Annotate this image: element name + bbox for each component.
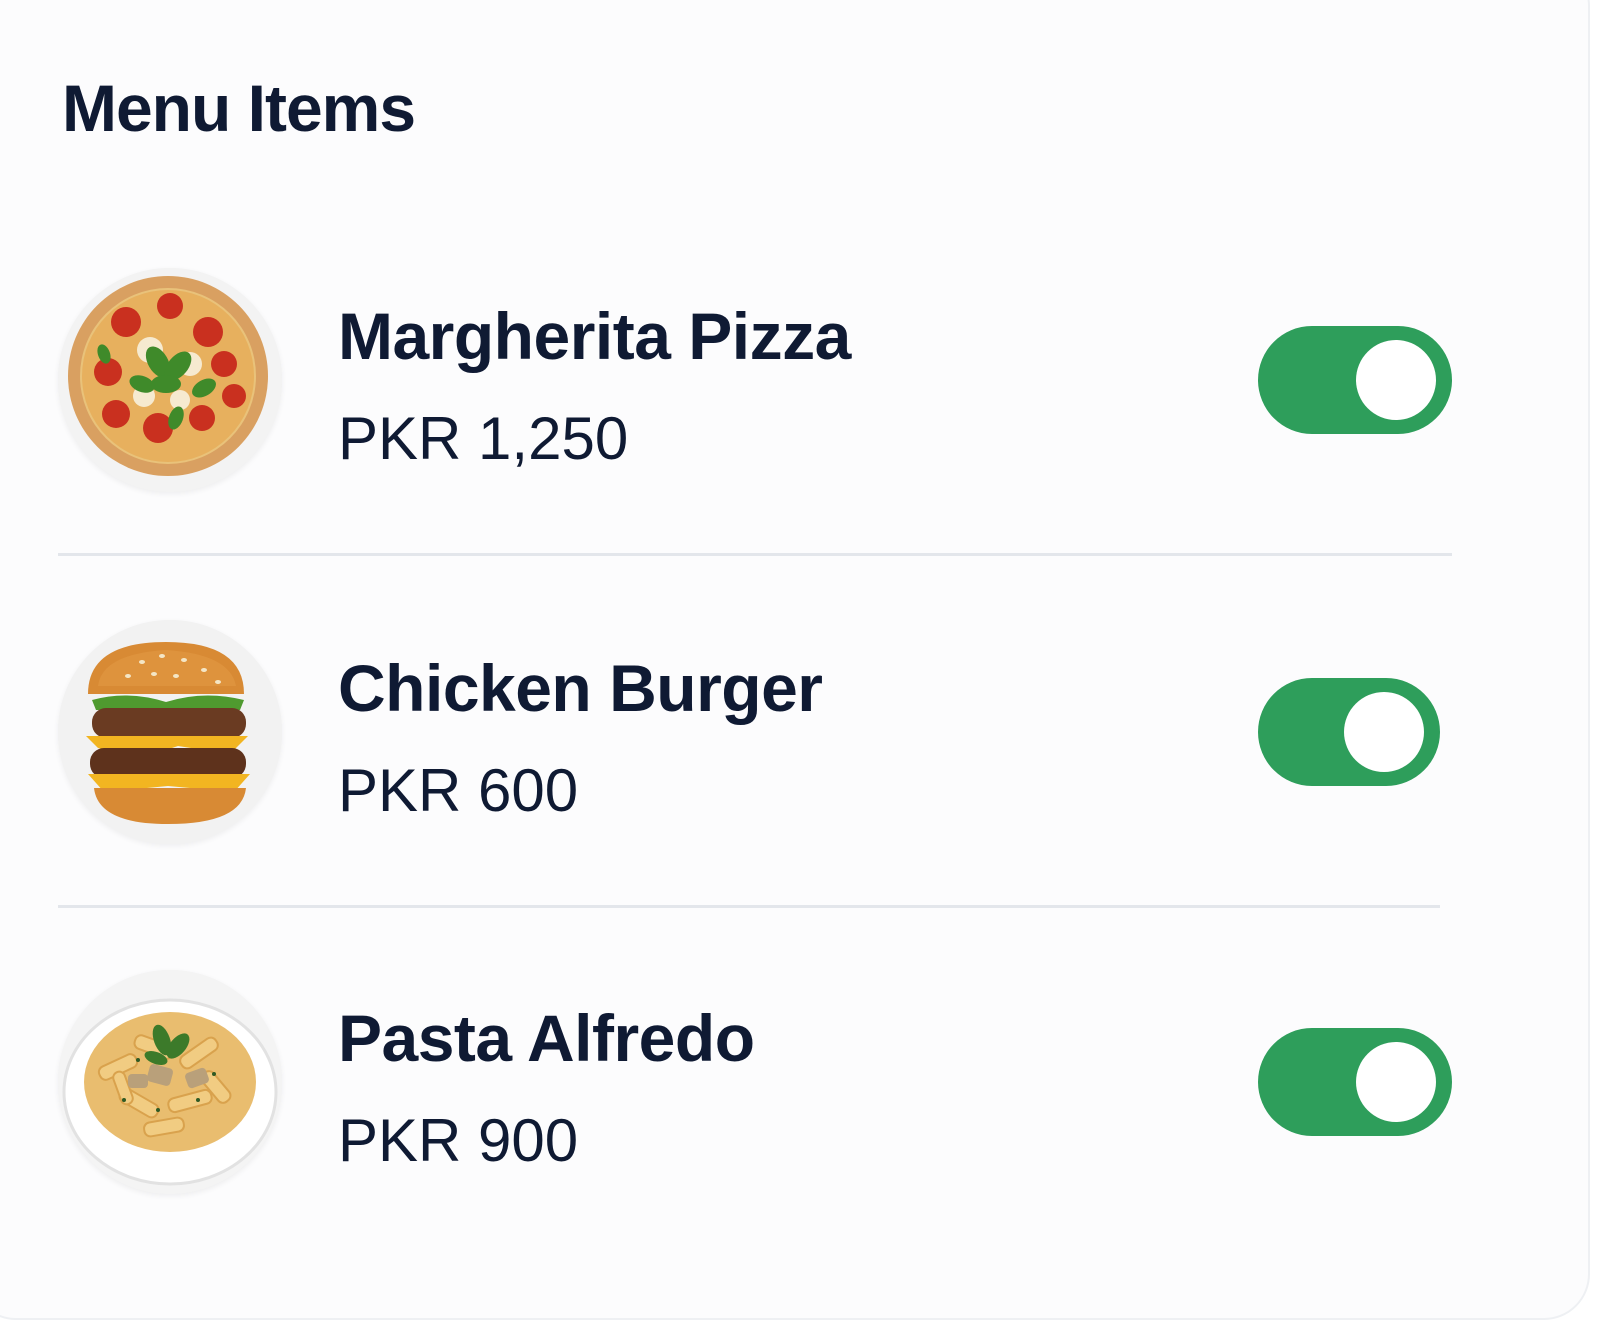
- menu-item-name: Chicken Burger: [338, 651, 823, 725]
- pizza-thumbnail: [58, 268, 282, 492]
- availability-toggle[interactable]: [1258, 678, 1440, 786]
- menu-item-row: Pasta Alfredo PKR 900: [0, 970, 1600, 1210]
- menu-item-row: Chicken Burger PKR 600: [0, 620, 1600, 860]
- menu-item-price: PKR 1,250: [338, 405, 629, 472]
- toggle-knob: [1356, 340, 1436, 420]
- pasta-thumbnail: [58, 970, 282, 1194]
- toggle-knob: [1356, 1042, 1436, 1122]
- divider: [58, 905, 1440, 908]
- availability-toggle[interactable]: [1258, 1028, 1452, 1136]
- menu-item-name: Margherita Pizza: [338, 299, 851, 373]
- menu-item-name: Pasta Alfredo: [338, 1001, 755, 1075]
- menu-item-price: PKR 600: [338, 757, 579, 824]
- availability-toggle[interactable]: [1258, 326, 1452, 434]
- toggle-knob: [1344, 692, 1424, 772]
- menu-item-row: Margherita Pizza PKR 1,250: [0, 268, 1600, 508]
- menu-item-price: PKR 900: [338, 1107, 579, 1174]
- divider: [58, 553, 1452, 556]
- burger-thumbnail: [58, 620, 282, 844]
- menu-item-list: Margherita Pizza PKR 1,250 Chicken Burge…: [0, 0, 1600, 1280]
